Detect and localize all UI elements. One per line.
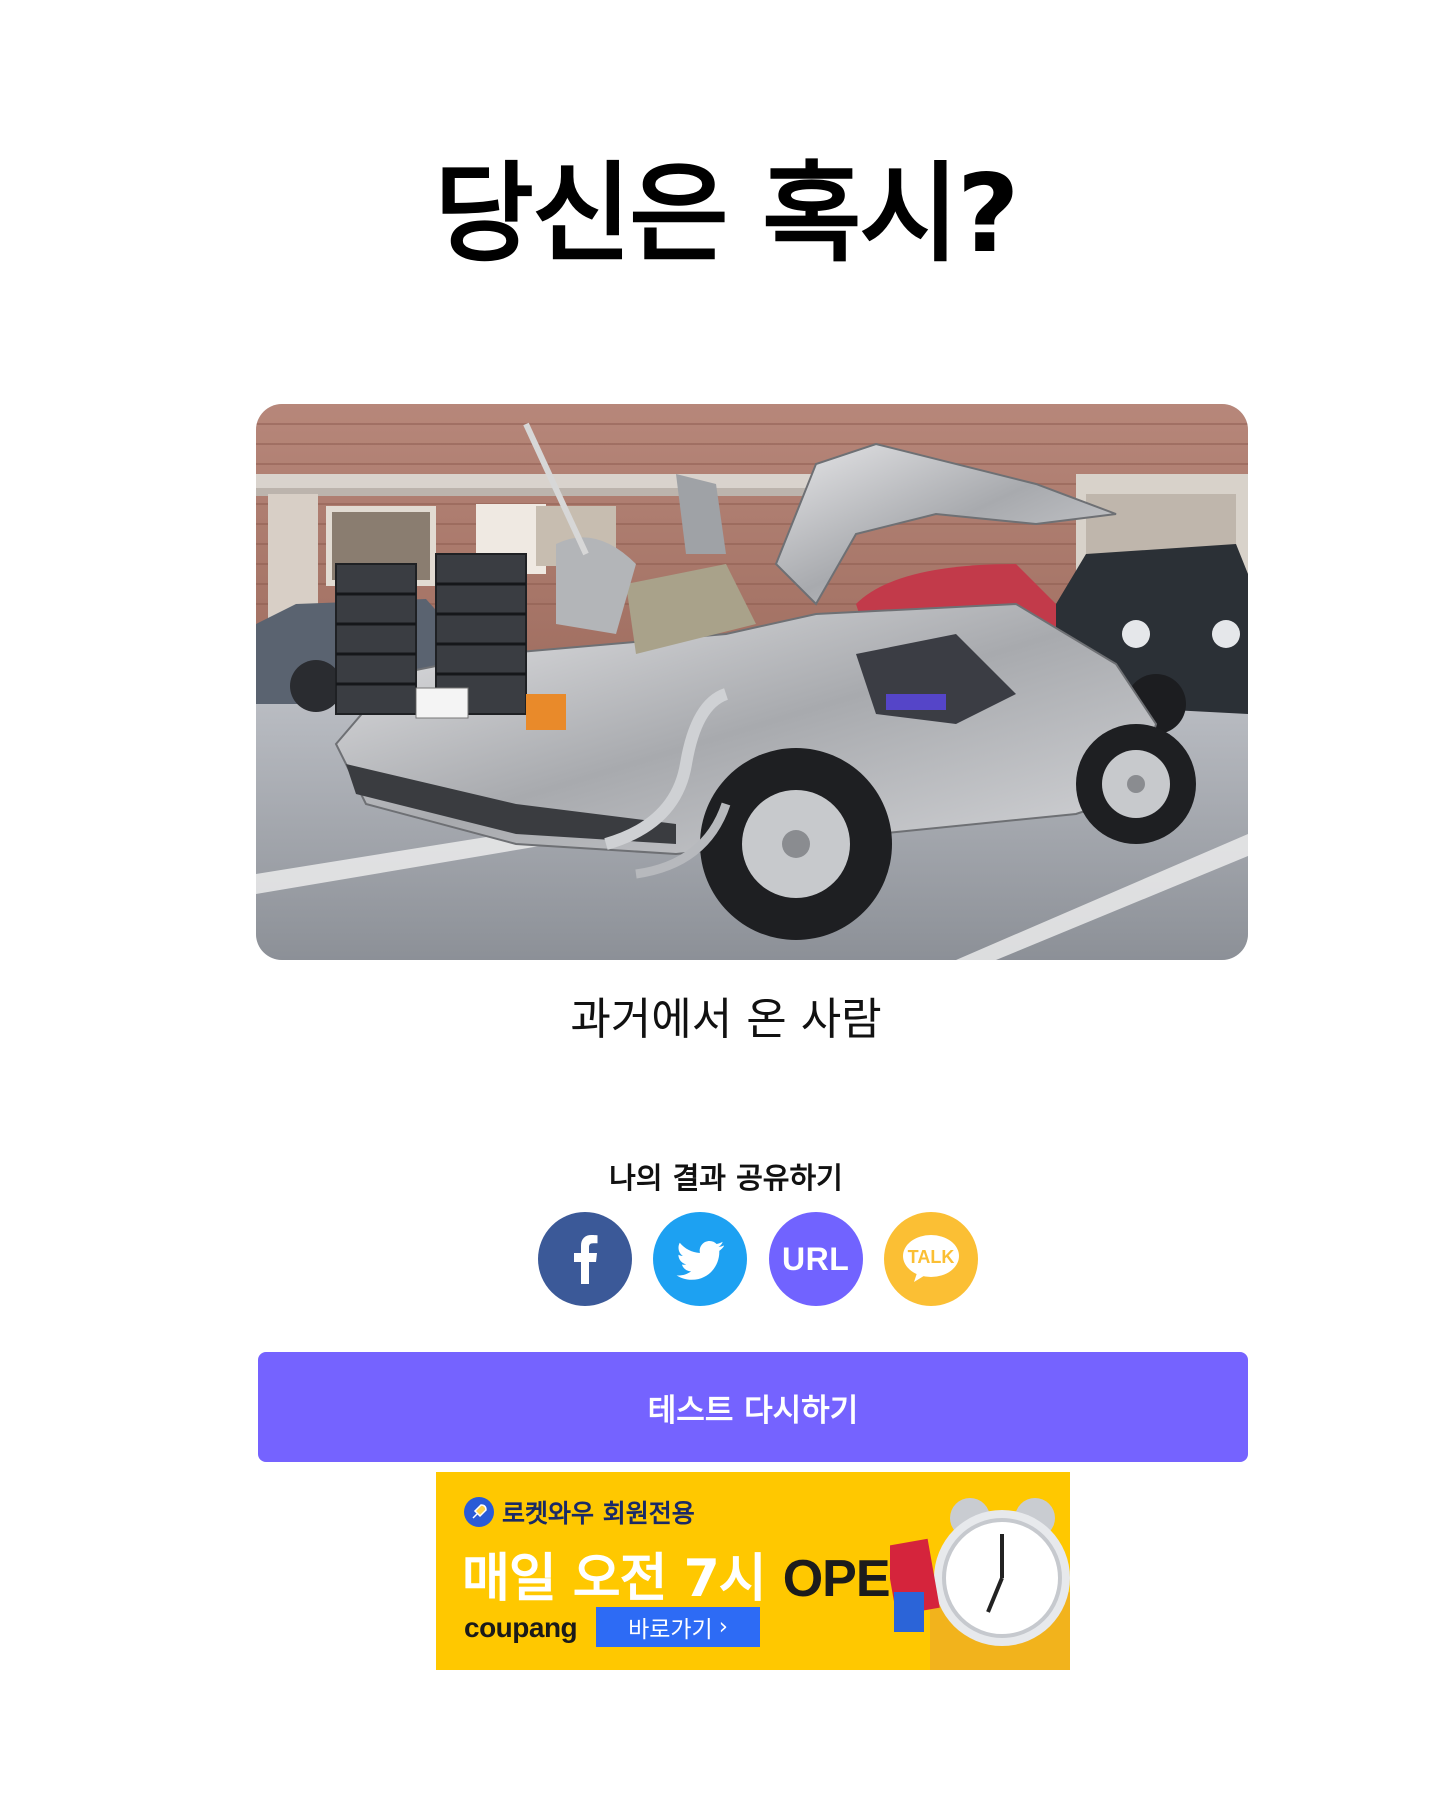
ad-top-text: 로켓와우 회원전용 [502,1499,695,1528]
chevron-right-icon: › [718,1614,728,1640]
ad-top-label: 로켓와우 회원전용 [464,1494,695,1530]
kakaotalk-label: TALK [908,1247,955,1267]
twitter-share-button[interactable] [653,1212,748,1306]
kakaotalk-share-button[interactable]: TALK [883,1212,978,1306]
ad-cta-label: 바로가기 [628,1617,713,1643]
page-title: 당신은 혹시? [434,152,1019,277]
twitter-icon [676,1241,725,1280]
rocket-icon [464,1497,494,1527]
ad-cta-button[interactable]: 바로가기 › [596,1607,760,1647]
ad-headline-white: 매일 오전 7시 [462,1549,783,1609]
url-share-button[interactable]: URL [768,1212,863,1306]
share-buttons: URL TALK [538,1212,978,1308]
url-label: URL [782,1240,850,1277]
result-image [256,404,1248,960]
coupang-logo: coupang [464,1612,578,1643]
alarm-clock-icon [890,1498,1070,1670]
share-title: 나의 결과 공유하기 [609,1161,843,1195]
coupang-ad-banner[interactable]: 로켓와우 회원전용 매일 오전 7시 OPEN coupang 바로가기 › [436,1472,1070,1670]
facebook-icon [574,1235,598,1284]
kakaotalk-icon: TALK [902,1235,959,1282]
ad-headline: 매일 오전 7시 OPEN [462,1536,927,1611]
result-text: 과거에서 온 사람 [570,994,882,1045]
facebook-share-button[interactable] [538,1212,632,1306]
retry-test-button[interactable]: 테스트 다시하기 [258,1352,1248,1462]
